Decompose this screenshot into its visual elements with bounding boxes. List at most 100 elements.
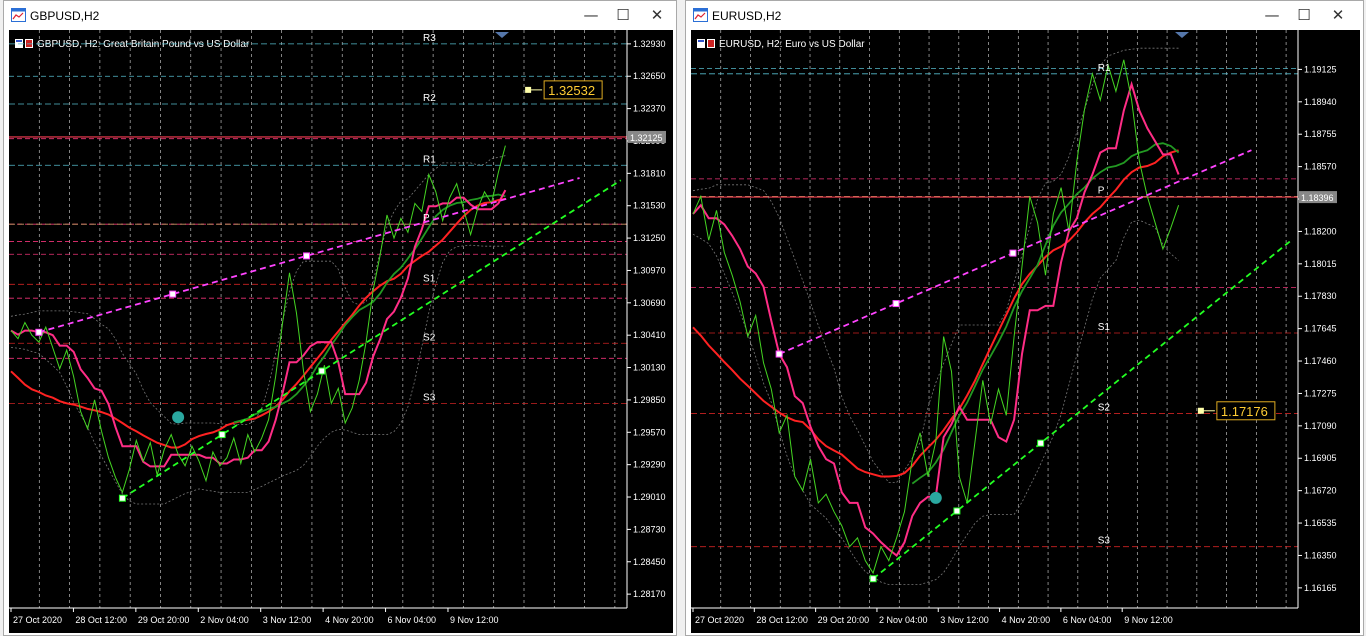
time-axis-label: 28 Oct 12:00: [75, 615, 127, 625]
pivot-label-r3: R3: [423, 33, 436, 44]
chart-symbol-label: EURUSD, H2: Euro vs US Dollar: [719, 39, 865, 50]
time-axis-label: 29 Oct 20:00: [818, 615, 870, 625]
maximize-button[interactable]: ☐: [1293, 5, 1315, 25]
chart-gbpusd[interactable]: GBPUSD, H2: Great Britain Pound vs US Do…: [9, 30, 673, 633]
close-button[interactable]: ✕: [646, 5, 668, 25]
trendline-marker: [318, 367, 326, 375]
price-axis-label: 1.16535: [1304, 518, 1337, 528]
time-axis-label: 3 Nov 12:00: [940, 615, 989, 625]
price-axis-label: 1.28730: [633, 524, 666, 534]
pivot-label-r1: R1: [1098, 63, 1111, 74]
time-axis-label: 9 Nov 12:00: [1124, 615, 1173, 625]
alert-price-label: 1.17176: [1221, 404, 1268, 419]
price-axis-label: 1.31810: [633, 168, 666, 178]
price-axis-label: 1.16350: [1304, 550, 1337, 560]
price-axis-label: 1.30410: [633, 330, 666, 340]
minimize-button[interactable]: —: [580, 5, 602, 25]
pivot-label-s1: S1: [1098, 322, 1111, 333]
price-axis-label: 1.28450: [633, 557, 666, 567]
price-axis-label: 1.16905: [1304, 453, 1337, 463]
price-axis-label: 1.32370: [633, 104, 666, 114]
pivot-label-s3: S3: [1098, 536, 1111, 547]
price-axis-label: 1.17645: [1304, 324, 1337, 334]
chart-symbol-label: GBPUSD, H2: Great Britain Pound vs US Do…: [37, 39, 250, 50]
time-axis-label: 4 Nov 20:00: [1002, 615, 1051, 625]
time-axis-label: 6 Nov 04:00: [388, 615, 437, 625]
trendline-marker: [35, 328, 43, 336]
maximize-button[interactable]: ☐: [612, 5, 634, 25]
price-axis-label: 1.17275: [1304, 388, 1337, 398]
price-axis-label: 1.32650: [633, 71, 666, 81]
chart-eurusd[interactable]: EURUSD, H2: Euro vs US Dollar R1PS1S2S3 …: [691, 30, 1360, 633]
price-axis-label: 1.18755: [1304, 129, 1337, 139]
pivot-label-p: P: [1098, 185, 1105, 196]
pivot-label-s2: S2: [1098, 403, 1111, 414]
signal-dot: [929, 491, 942, 504]
current-price-label: 1.18396: [1301, 193, 1334, 203]
trendline-marker: [118, 494, 126, 502]
price-axis-label: 1.18940: [1304, 97, 1337, 107]
price-axis-label: 1.19125: [1304, 64, 1337, 74]
price-axis-label: 1.17090: [1304, 421, 1337, 431]
chart-header: GBPUSD, H2: Great Britain Pound vs US Do…: [15, 39, 250, 50]
window-title: EURUSD,H2: [712, 9, 782, 23]
price-axis-label: 1.28170: [633, 589, 666, 599]
time-axis-label: 6 Nov 04:00: [1063, 615, 1112, 625]
price-axis-label: 1.30130: [633, 363, 666, 373]
alert-anchor: [1197, 407, 1204, 414]
price-axis-label: 1.18200: [1304, 226, 1337, 236]
minimize-button[interactable]: —: [1261, 5, 1283, 25]
time-axis-label: 29 Oct 20:00: [138, 615, 190, 625]
chart-window-icon: [11, 8, 26, 22]
trendline-marker: [303, 252, 311, 260]
close-button[interactable]: ✕: [1327, 5, 1349, 25]
trendline-marker: [1009, 249, 1017, 257]
trendline-marker: [775, 350, 783, 358]
price-axis-label: 1.31530: [633, 201, 666, 211]
price-axis-label: 1.32930: [633, 39, 666, 49]
alert-anchor: [525, 86, 532, 93]
price-axis-label: 1.18570: [1304, 162, 1337, 172]
price-axis-label: 1.17830: [1304, 291, 1337, 301]
window-titlebar[interactable]: EURUSD,H2 — ☐ ✕: [686, 1, 1363, 31]
chart-window-gbpusd[interactable]: GBPUSD,H2 — ☐ ✕ GBPUSD, H2: Great Britai…: [3, 0, 677, 636]
trendline-marker: [218, 431, 226, 439]
trendline-marker: [953, 507, 961, 515]
pivot-label-s3: S3: [423, 392, 436, 403]
price-axis-label: 1.30970: [633, 265, 666, 275]
time-axis-label: 28 Oct 12:00: [756, 615, 808, 625]
pivot-label-r1: R1: [423, 154, 436, 165]
trendline-marker: [869, 575, 877, 583]
pivot-label-p: P: [423, 213, 430, 224]
alert-price-label: 1.32532: [548, 83, 595, 98]
trendline-marker: [1037, 439, 1045, 447]
current-price-label: 1.32125: [630, 133, 663, 143]
time-axis-label: 3 Nov 12:00: [263, 615, 312, 625]
trendline-marker: [892, 300, 900, 308]
trendline-marker: [169, 290, 177, 298]
price-axis-label: 1.29850: [633, 395, 666, 405]
chart-window-eurusd[interactable]: EURUSD,H2 — ☐ ✕ EURUSD, H2: Euro vs US D…: [685, 0, 1364, 636]
price-axis-label: 1.29290: [633, 460, 666, 470]
window-titlebar[interactable]: GBPUSD,H2 — ☐ ✕: [4, 1, 676, 31]
price-axis-label: 1.16720: [1304, 486, 1337, 496]
price-axis-label: 1.17460: [1304, 356, 1337, 366]
time-axis-label: 27 Oct 2020: [695, 615, 744, 625]
price-axis-label: 1.18015: [1304, 259, 1337, 269]
pivot-label-r2: R2: [423, 93, 436, 104]
pivot-label-s2: S2: [423, 332, 436, 343]
time-axis-label: 27 Oct 2020: [13, 615, 62, 625]
time-axis-label: 2 Nov 04:00: [879, 615, 928, 625]
window-title: GBPUSD,H2: [30, 9, 100, 23]
pivot-label-s1: S1: [423, 273, 436, 284]
time-axis-label: 4 Nov 20:00: [325, 615, 374, 625]
price-axis-label: 1.29570: [633, 427, 666, 437]
time-axis-label: 2 Nov 04:00: [200, 615, 249, 625]
time-axis-label: 9 Nov 12:00: [450, 615, 499, 625]
price-axis-label: 1.16165: [1304, 583, 1337, 593]
signal-dot: [172, 411, 185, 424]
price-axis-label: 1.30690: [633, 298, 666, 308]
price-axis-label: 1.29010: [633, 492, 666, 502]
chart-window-icon: [693, 8, 708, 22]
price-axis-label: 1.31250: [633, 233, 666, 243]
